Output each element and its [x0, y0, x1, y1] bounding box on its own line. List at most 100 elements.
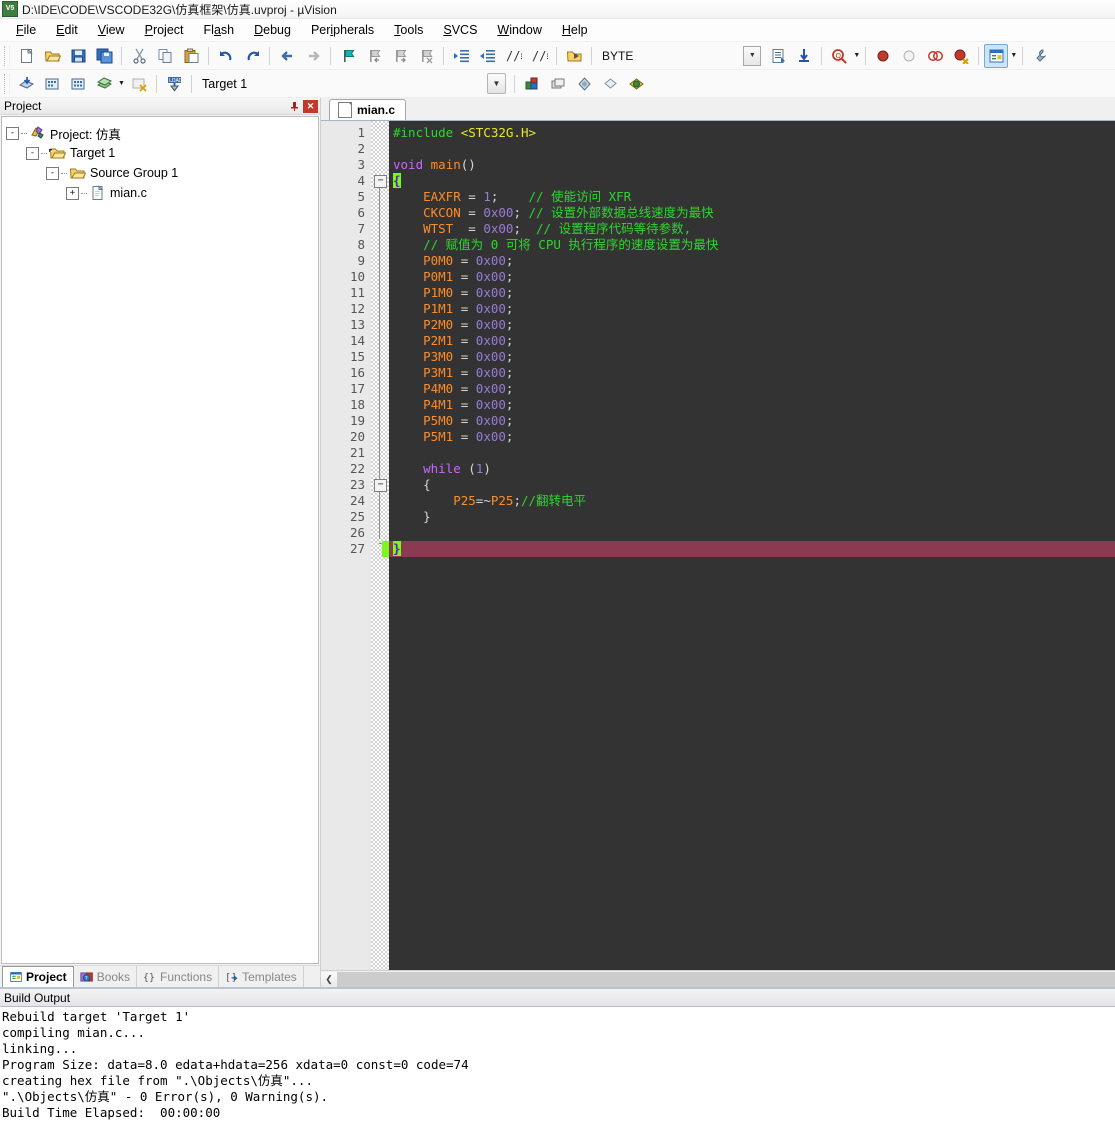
pin-icon[interactable]: [287, 99, 301, 113]
code-line-23[interactable]: {: [389, 477, 1115, 493]
code-line-7[interactable]: WTST = 0x00; // 设置程序代码等待参数,: [389, 221, 1115, 237]
scrollbar-track[interactable]: [337, 971, 1115, 987]
menu-flash[interactable]: Flash: [194, 20, 245, 40]
code-line-20[interactable]: P5M1 = 0x00;: [389, 429, 1115, 445]
menu-file[interactable]: File: [6, 20, 46, 40]
components-icon[interactable]: [572, 72, 596, 96]
code-line-22[interactable]: while (1): [389, 461, 1115, 477]
code-line-11[interactable]: P1M0 = 0x00;: [389, 285, 1115, 301]
code-line-10[interactable]: P0M1 = 0x00;: [389, 269, 1115, 285]
undo-icon[interactable]: [214, 44, 238, 68]
code-line-13[interactable]: P2M0 = 0x00;: [389, 317, 1115, 333]
pane-tab-books[interactable]: ? Books: [74, 966, 138, 987]
code-line-3[interactable]: void main(): [389, 157, 1115, 173]
expand-toggle-icon[interactable]: +: [66, 186, 79, 200]
pane-tab-templates[interactable]: [] Templates: [219, 966, 304, 987]
chevron-down-icon[interactable]: ▼: [117, 73, 126, 95]
save-all-icon[interactable]: [92, 44, 116, 68]
code-text-area[interactable]: #include <STC32G.H> void main(){ EAXFR =…: [389, 121, 1115, 970]
code-line-16[interactable]: P3M1 = 0x00;: [389, 365, 1115, 381]
scroll-left-arrow-icon[interactable]: ❮: [321, 971, 337, 987]
hex-mode-icon[interactable]: [562, 44, 586, 68]
indent-left-icon[interactable]: [475, 44, 499, 68]
bookmark-list-icon[interactable]: [766, 44, 790, 68]
code-line-5[interactable]: EAXFR = 1; // 使能访问 XFR: [389, 189, 1115, 205]
code-line-8[interactable]: // 赋值为 0 可将 CPU 执行程序的速度设置为最快: [389, 237, 1115, 253]
menu-svcs[interactable]: SVCS: [433, 20, 487, 40]
collapse-toggle-icon[interactable]: -: [6, 126, 19, 140]
redo-icon[interactable]: [240, 44, 264, 68]
project-tree[interactable]: - Project: 仿真 - Target 1- Source Group 1 + mia…: [1, 116, 319, 964]
menu-edit[interactable]: Edit: [46, 20, 88, 40]
new-file-icon[interactable]: [14, 44, 38, 68]
menu-debug[interactable]: Debug: [244, 20, 301, 40]
manage-project-items-icon[interactable]: [546, 72, 570, 96]
code-line-6[interactable]: CKCON = 0x00; // 设置外部数据总线速度为最快: [389, 205, 1115, 221]
toolbar-grip[interactable]: [4, 45, 10, 66]
chevron-down-icon[interactable]: ▼: [1009, 45, 1018, 67]
stop-build-icon[interactable]: [127, 72, 151, 96]
fold-collapse-box-line-23[interactable]: −: [374, 479, 387, 492]
code-line-27[interactable]: }: [389, 541, 1115, 557]
menu-project[interactable]: Project: [135, 20, 194, 40]
find-in-files-icon[interactable]: [792, 44, 816, 68]
fold-collapse-box-line-4[interactable]: −: [374, 175, 387, 188]
fold-gutter[interactable]: − −: [371, 121, 389, 970]
magnify-search-icon[interactable]: Q: [827, 44, 851, 68]
uncomment-icon[interactable]: //≢: [527, 44, 551, 68]
bookmark-clear-icon[interactable]: [414, 44, 438, 68]
batch-build-icon[interactable]: [92, 72, 116, 96]
code-line-24[interactable]: P25=~P25;//翻转电平: [389, 493, 1115, 509]
target-options-icon[interactable]: [520, 72, 544, 96]
chevron-down-icon[interactable]: ▼: [852, 45, 861, 67]
configure-icon[interactable]: [1028, 44, 1052, 68]
menu-tools[interactable]: Tools: [384, 20, 433, 40]
collapse-toggle-icon[interactable]: -: [26, 146, 39, 160]
pane-tab-functions[interactable]: {} Functions: [137, 966, 220, 987]
multi-project-icon[interactable]: [598, 72, 622, 96]
indent-right-icon[interactable]: [449, 44, 473, 68]
tree-item-source-group-1[interactable]: - Source Group 1: [6, 163, 316, 183]
tree-item-project-[interactable]: - Project: 仿真: [6, 123, 316, 143]
memory-type-dropdown[interactable]: ▼: [740, 44, 764, 68]
menu-view[interactable]: View: [88, 20, 135, 40]
code-line-19[interactable]: P5M0 = 0x00;: [389, 413, 1115, 429]
code-line-18[interactable]: P4M1 = 0x00;: [389, 397, 1115, 413]
menu-peripherals[interactable]: Peripherals: [301, 20, 384, 40]
menu-help[interactable]: Help: [552, 20, 598, 40]
code-line-26[interactable]: [389, 525, 1115, 541]
translate-icon[interactable]: [14, 72, 38, 96]
code-line-21[interactable]: [389, 445, 1115, 461]
code-line-4[interactable]: {: [389, 173, 1115, 189]
bookmark-toggle-icon[interactable]: [336, 44, 360, 68]
breakpoint-disable-all-icon[interactable]: [923, 44, 947, 68]
code-line-9[interactable]: P0M0 = 0x00;: [389, 253, 1115, 269]
collapse-toggle-icon[interactable]: -: [46, 166, 59, 180]
tree-item-mian-c[interactable]: + mian.c: [6, 183, 316, 203]
navigate-back-icon[interactable]: [275, 44, 299, 68]
bookmark-next-icon[interactable]: [388, 44, 412, 68]
code-line-17[interactable]: P4M0 = 0x00;: [389, 381, 1115, 397]
breakpoint-insert-icon[interactable]: [871, 44, 895, 68]
editor-horizontal-scrollbar[interactable]: ❮: [321, 970, 1115, 987]
toolbar-grip[interactable]: [4, 73, 10, 94]
pane-tab-project[interactable]: Project: [2, 966, 74, 987]
open-file-icon[interactable]: [40, 44, 64, 68]
code-line-15[interactable]: P3M0 = 0x00;: [389, 349, 1115, 365]
build-icon[interactable]: [40, 72, 64, 96]
rebuild-icon[interactable]: [66, 72, 90, 96]
navigate-forward-icon[interactable]: [301, 44, 325, 68]
code-line-2[interactable]: [389, 141, 1115, 157]
breakpoint-disable-icon[interactable]: [897, 44, 921, 68]
download-icon[interactable]: LOAD: [162, 72, 186, 96]
pack-installer-icon[interactable]: [624, 72, 648, 96]
menu-window[interactable]: Window: [487, 20, 551, 40]
editor-tab-mian-c[interactable]: mian.c: [329, 99, 407, 120]
close-icon[interactable]: ✕: [303, 99, 318, 113]
save-icon[interactable]: [66, 44, 90, 68]
window-manager-icon[interactable]: [984, 43, 1009, 68]
copy-icon[interactable]: [153, 44, 177, 68]
paste-icon[interactable]: [179, 44, 203, 68]
code-line-1[interactable]: #include <STC32G.H>: [389, 125, 1115, 141]
bookmark-prev-icon[interactable]: [362, 44, 386, 68]
